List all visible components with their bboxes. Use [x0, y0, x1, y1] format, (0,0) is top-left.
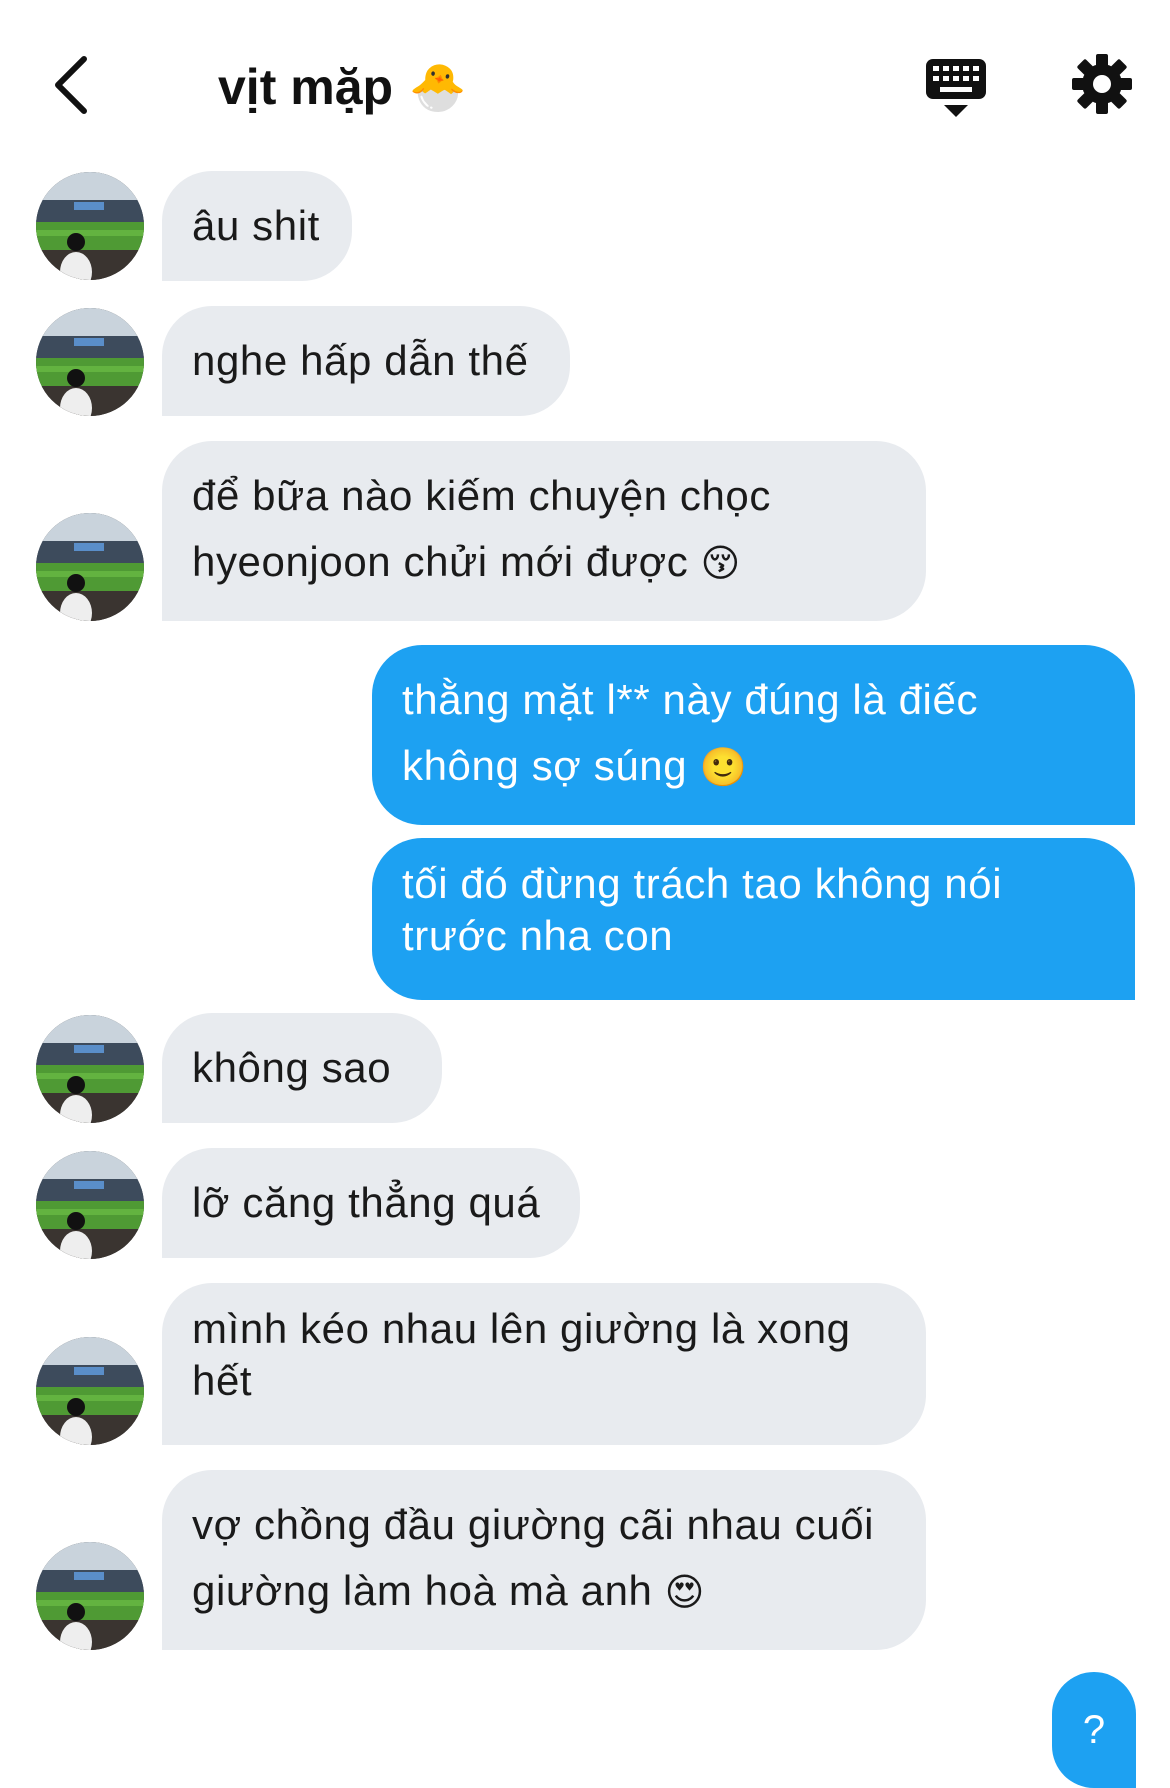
message-text: lỡ căng thẳng quá	[192, 1179, 541, 1226]
message-text: giường làm hoà mà anh 😍	[192, 1567, 706, 1614]
heart-eyes-icon: 😍	[664, 1572, 706, 1614]
message-text: hyeonjoon chửi mới được 😚	[192, 538, 741, 585]
message-text: tối đó đừng trách tao không nói	[402, 860, 1003, 907]
message-text: hết	[192, 1357, 253, 1404]
stadium-photo	[36, 1151, 144, 1259]
message-text: trước nha con	[402, 912, 674, 959]
keyboard-button[interactable]	[924, 55, 988, 119]
help-button[interactable]: ?	[1052, 1672, 1136, 1788]
chat-header: vịt mặp 🐣	[0, 0, 1170, 160]
message-text: để bữa nào kiếm chuyện chọc	[192, 472, 771, 519]
contact-name: vịt mặp	[218, 59, 394, 115]
smiling-face-icon: 🙂	[699, 747, 748, 789]
conversation-title: vịt mặp 🐣	[218, 58, 466, 116]
message-bubble-incoming[interactable]: mình kéo nhau lên giường là xong hết	[162, 1283, 926, 1445]
message-text: thằng mặt l** này đúng là điếc	[402, 676, 979, 723]
message-bubble-incoming[interactable]: để bữa nào kiếm chuyện chọc hyeonjoon ch…	[162, 441, 926, 621]
message-bubble-incoming[interactable]: nghe hấp dẫn thế	[162, 306, 570, 416]
stadium-photo	[36, 1337, 144, 1445]
message-bubble-outgoing[interactable]: tối đó đừng trách tao không nói trước nh…	[372, 838, 1135, 1000]
message-text: không sợ súng 🙂	[402, 742, 748, 789]
message-text: âu shit	[192, 202, 320, 249]
gear-icon	[1072, 54, 1132, 114]
stadium-photo	[36, 513, 144, 621]
message-bubble-incoming[interactable]: vợ chồng đầu giường cãi nhau cuối giường…	[162, 1470, 926, 1650]
message-bubble-incoming[interactable]: âu shit	[162, 171, 352, 281]
hatching-chick-icon: 🐣	[409, 61, 467, 113]
message-text: nghe hấp dẫn thế	[192, 337, 529, 384]
keyboard-icon	[926, 59, 986, 117]
help-button-label: ?	[1082, 1707, 1106, 1752]
stadium-photo	[36, 1542, 144, 1650]
avatar[interactable]	[36, 513, 144, 621]
avatar[interactable]	[36, 308, 144, 416]
avatar[interactable]	[36, 1337, 144, 1445]
avatar[interactable]	[36, 1015, 144, 1123]
chevron-left-icon	[55, 56, 87, 114]
message-bubble-outgoing[interactable]: thằng mặt l** này đúng là điếc không sợ …	[372, 645, 1135, 825]
stadium-photo	[36, 1015, 144, 1123]
message-bubble-incoming[interactable]: lỡ căng thẳng quá	[162, 1148, 580, 1258]
chat-screen: vịt mặp 🐣 âu shit nghe hấp dẫn thế để bữ…	[0, 0, 1170, 1788]
avatar[interactable]	[36, 1542, 144, 1650]
kissing-face-icon: 😚	[700, 543, 741, 585]
avatar[interactable]	[36, 1151, 144, 1259]
stadium-photo	[36, 308, 144, 416]
message-text: không sao	[192, 1044, 392, 1091]
stadium-photo	[36, 172, 144, 280]
avatar[interactable]	[36, 172, 144, 280]
settings-button[interactable]	[1070, 52, 1134, 116]
message-bubble-incoming[interactable]: không sao	[162, 1013, 442, 1123]
message-text: mình kéo nhau lên giường là xong	[192, 1305, 851, 1352]
message-text: vợ chồng đầu giường cãi nhau cuối	[192, 1501, 875, 1548]
back-button[interactable]	[40, 50, 100, 120]
